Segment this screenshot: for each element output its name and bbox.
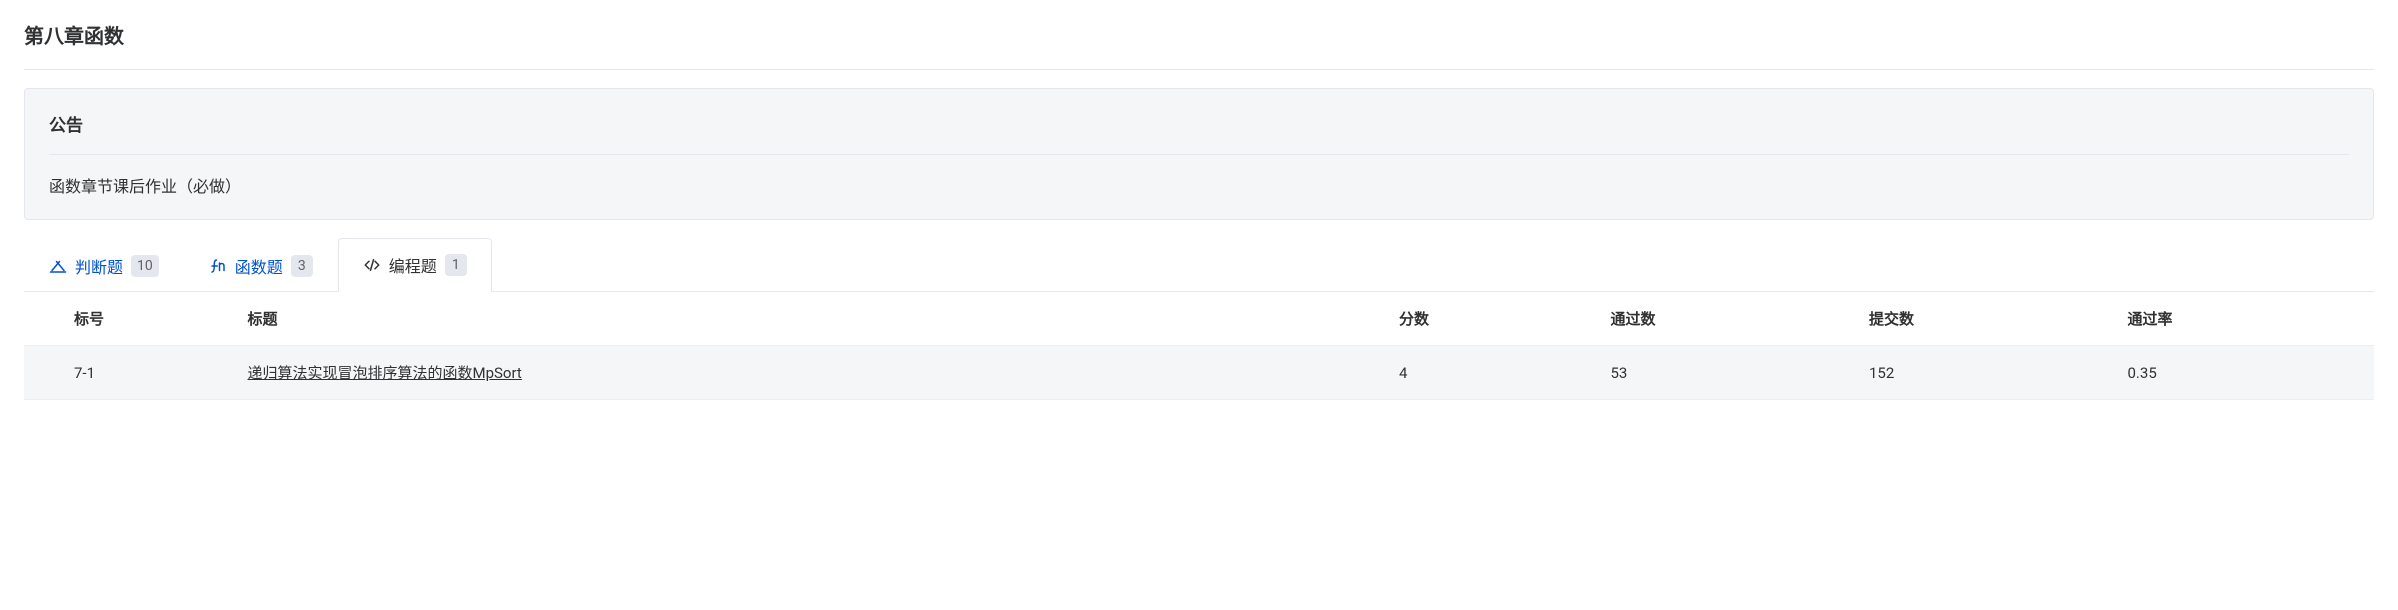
- th-rate: 通过率: [2116, 292, 2375, 346]
- table-header-row: 标号 标题 分数 通过数 提交数 通过率: [24, 292, 2374, 346]
- cell-score: 4: [1387, 346, 1599, 400]
- notice-body: 函数章节课后作业（必做）: [49, 155, 2349, 197]
- cell-pass: 53: [1599, 346, 1858, 400]
- cell-id: 7-1: [24, 346, 236, 400]
- tab-judge[interactable]: 判断题 10: [24, 239, 184, 292]
- th-title: 标题: [236, 292, 1388, 346]
- table-row: 7-1 递归算法实现冒泡排序算法的函数MpSort 4 53 152 0.35: [24, 346, 2374, 400]
- notice-header: 公告: [49, 111, 2349, 155]
- notice-card: 公告 函数章节课后作业（必做）: [24, 88, 2374, 220]
- tab-programming-label: 编程题: [389, 253, 437, 277]
- tab-function-count: 3: [291, 255, 313, 277]
- tab-function[interactable]: 函数题 3: [184, 239, 338, 292]
- tabs-container: 判断题 10 函数题 3: [24, 238, 2374, 292]
- tab-judge-count: 10: [131, 255, 159, 277]
- code-icon: [363, 256, 381, 274]
- tab-function-label: 函数题: [235, 254, 283, 278]
- problems-table-wrap: 标号 标题 分数 通过数 提交数 通过率 7-1 递归算法实现冒泡排序算法的函数…: [24, 292, 2374, 400]
- th-score: 分数: [1387, 292, 1599, 346]
- cell-title: 递归算法实现冒泡排序算法的函数MpSort: [236, 346, 1388, 400]
- th-pass: 通过数: [1599, 292, 1858, 346]
- tab-judge-label: 判断题: [75, 254, 123, 278]
- th-id: 标号: [24, 292, 236, 346]
- problem-link[interactable]: 递归算法实现冒泡排序算法的函数MpSort: [248, 364, 522, 382]
- function-icon: [209, 257, 227, 275]
- th-submit: 提交数: [1857, 292, 2116, 346]
- judge-icon: [49, 257, 67, 275]
- tab-programming[interactable]: 编程题 1: [338, 238, 492, 292]
- cell-submit: 152: [1857, 346, 2116, 400]
- tab-programming-count: 1: [445, 254, 467, 276]
- problems-table: 标号 标题 分数 通过数 提交数 通过率 7-1 递归算法实现冒泡排序算法的函数…: [24, 292, 2374, 400]
- cell-rate: 0.35: [2116, 346, 2375, 400]
- page-title: 第八章函数: [24, 20, 2374, 49]
- divider: [24, 69, 2374, 70]
